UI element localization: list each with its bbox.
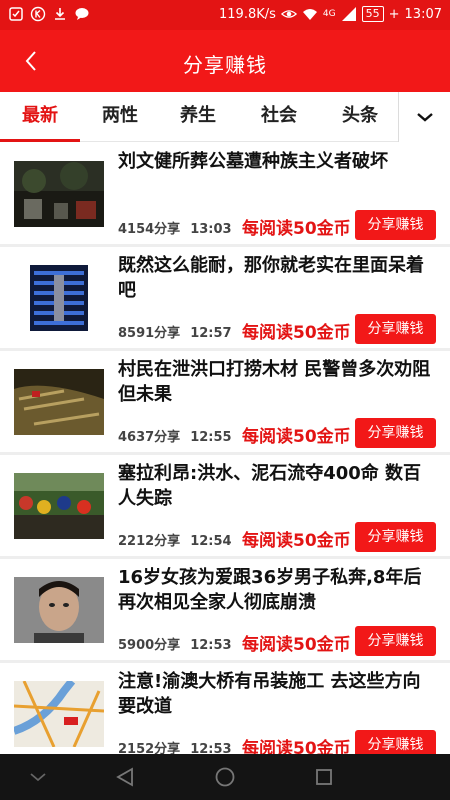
portrait-photo-icon — [14, 577, 104, 643]
reward-text: 每阅读50金币 — [242, 323, 351, 343]
article-time: 12:57 — [190, 326, 232, 341]
share-count: 2152分享 — [118, 742, 181, 754]
jail-photo-icon — [14, 265, 104, 331]
article-time: 12:53 — [190, 742, 232, 754]
page-title: 分享赚钱 — [183, 53, 267, 77]
back-triangle-icon — [116, 767, 133, 787]
notification-icon — [9, 7, 23, 21]
article-thumbnail — [14, 473, 104, 539]
reward-text: 每阅读50金币 — [242, 219, 351, 239]
article-thumbnail — [14, 161, 104, 227]
reward-text: 每阅读50金币 — [242, 427, 351, 447]
share-earn-button[interactable]: 分享赚钱 — [355, 210, 436, 240]
cemetery-photo-icon — [14, 161, 104, 227]
article-title[interactable]: 村民在泄洪口打捞木材 民警曾多次劝阻但未果 — [118, 357, 436, 407]
tab-society[interactable]: 社会 — [239, 92, 319, 142]
article-thumbnail — [14, 265, 104, 331]
list-item[interactable]: 塞拉利昂:洪水、泥石流夺400命 数百人失踪 2212分享 12:54 每阅读50… — [0, 455, 450, 556]
article-thumbnail — [14, 681, 104, 747]
status-left-icons — [8, 6, 90, 22]
share-earn-button[interactable]: 分享赚钱 — [355, 522, 436, 552]
download-icon — [55, 8, 65, 20]
app-header: 分享赚钱 — [0, 30, 450, 92]
eye-icon — [280, 10, 297, 18]
network-speed: 119.8K/s — [219, 6, 276, 22]
recents-nav-button[interactable] — [309, 762, 339, 792]
share-count: 8591分享 — [118, 326, 181, 341]
article-time: 12:54 — [190, 534, 232, 549]
collapse-button[interactable] — [23, 762, 53, 792]
article-time: 12:55 — [190, 430, 232, 445]
status-bar: 119.8K/s 4G 55 + 13:07 — [0, 0, 450, 30]
article-meta: 2152分享 12:53 — [118, 738, 232, 754]
tab-latest[interactable]: 最新 — [0, 92, 80, 142]
network-type: 4G — [322, 9, 336, 19]
article-title[interactable]: 塞拉利昂:洪水、泥石流夺400命 数百人失踪 — [118, 461, 436, 511]
category-tabs: 最新 两性 养生 社会 头条 — [0, 92, 450, 142]
article-time: 12:53 — [190, 638, 232, 653]
article-meta: 2212分享 12:54 — [118, 530, 232, 549]
share-earn-button[interactable]: 分享赚钱 — [355, 626, 436, 656]
article-meta: 5900分享 12:53 — [118, 634, 232, 653]
back-nav-button[interactable] — [110, 762, 140, 792]
article-title[interactable]: 刘文健所葬公墓遭种族主义者破坏 — [118, 149, 436, 174]
battery-icon: 55 — [361, 6, 384, 22]
recents-square-icon — [316, 769, 332, 785]
clock: 13:07 — [404, 6, 442, 22]
crowd-photo-icon — [14, 473, 104, 539]
article-meta: 4154分享 13:03 — [118, 218, 232, 237]
share-earn-button[interactable]: 分享赚钱 — [355, 314, 436, 344]
reward-text: 每阅读50金币 — [242, 739, 351, 754]
article-time: 13:03 — [190, 222, 232, 237]
share-count: 5900分享 — [118, 638, 181, 653]
reward-text: 每阅读50金币 — [242, 531, 351, 551]
share-count: 2212分享 — [118, 534, 181, 549]
collapse-icon — [30, 773, 46, 782]
map-photo-icon — [14, 681, 104, 747]
chevron-down-icon — [416, 113, 433, 122]
list-item[interactable]: 既然这么能耐，那你就老实在里面呆着吧 8591分享 12:57 每阅读50金币 分… — [0, 247, 450, 348]
list-item[interactable]: 16岁女孩为爱跟36岁男子私奔,8年后再次相见全家人彻底崩溃 5900分享 12:… — [0, 559, 450, 660]
tab-gender[interactable]: 两性 — [80, 92, 160, 142]
share-count: 4154分享 — [118, 222, 181, 237]
message-icon — [75, 8, 89, 20]
share-earn-button[interactable]: 分享赚钱 — [355, 418, 436, 448]
list-item[interactable]: 村民在泄洪口打捞木材 民警曾多次劝阻但未果 4637分享 12:55 每阅读50金… — [0, 351, 450, 452]
article-title[interactable]: 既然这么能耐，那你就老实在里面呆着吧 — [118, 253, 436, 303]
tabs-more-button[interactable] — [398, 92, 450, 142]
signal-icon — [341, 7, 356, 21]
home-circle-icon — [215, 767, 235, 787]
share-earn-button[interactable]: 分享赚钱 — [355, 730, 436, 754]
list-item[interactable]: 注意!渝澳大桥有吊装施工 去这些方向要改道 2152分享 12:53 每阅读50金… — [0, 663, 450, 754]
share-count: 4637分享 — [118, 430, 181, 445]
article-meta: 4637分享 12:55 — [118, 426, 232, 445]
list-item[interactable]: 刘文健所葬公墓遭种族主义者破坏 4154分享 13:03 每阅读50金币 分享赚钱 — [0, 143, 450, 244]
article-title[interactable]: 16岁女孩为爱跟36岁男子私奔,8年后再次相见全家人彻底崩溃 — [118, 565, 436, 615]
article-title[interactable]: 注意!渝澳大桥有吊装施工 去这些方向要改道 — [118, 669, 436, 719]
home-nav-button[interactable] — [210, 762, 240, 792]
k-app-icon — [30, 6, 46, 22]
reward-text: 每阅读50金币 — [242, 635, 351, 655]
battery-plus: + — [388, 6, 400, 22]
article-thumbnail — [14, 369, 104, 435]
article-thumbnail — [14, 577, 104, 643]
wifi-icon — [302, 9, 317, 20]
flood-photo-icon — [14, 369, 104, 435]
article-meta: 8591分享 12:57 — [118, 322, 232, 341]
status-right-info: 119.8K/s 4G 55 + 13:07 — [219, 6, 442, 22]
article-list[interactable]: 刘文健所葬公墓遭种族主义者破坏 4154分享 13:03 每阅读50金币 分享赚钱… — [0, 143, 450, 754]
tab-headlines[interactable]: 头条 — [320, 92, 400, 142]
tab-health[interactable]: 养生 — [158, 92, 238, 142]
system-nav-bar — [0, 754, 450, 800]
